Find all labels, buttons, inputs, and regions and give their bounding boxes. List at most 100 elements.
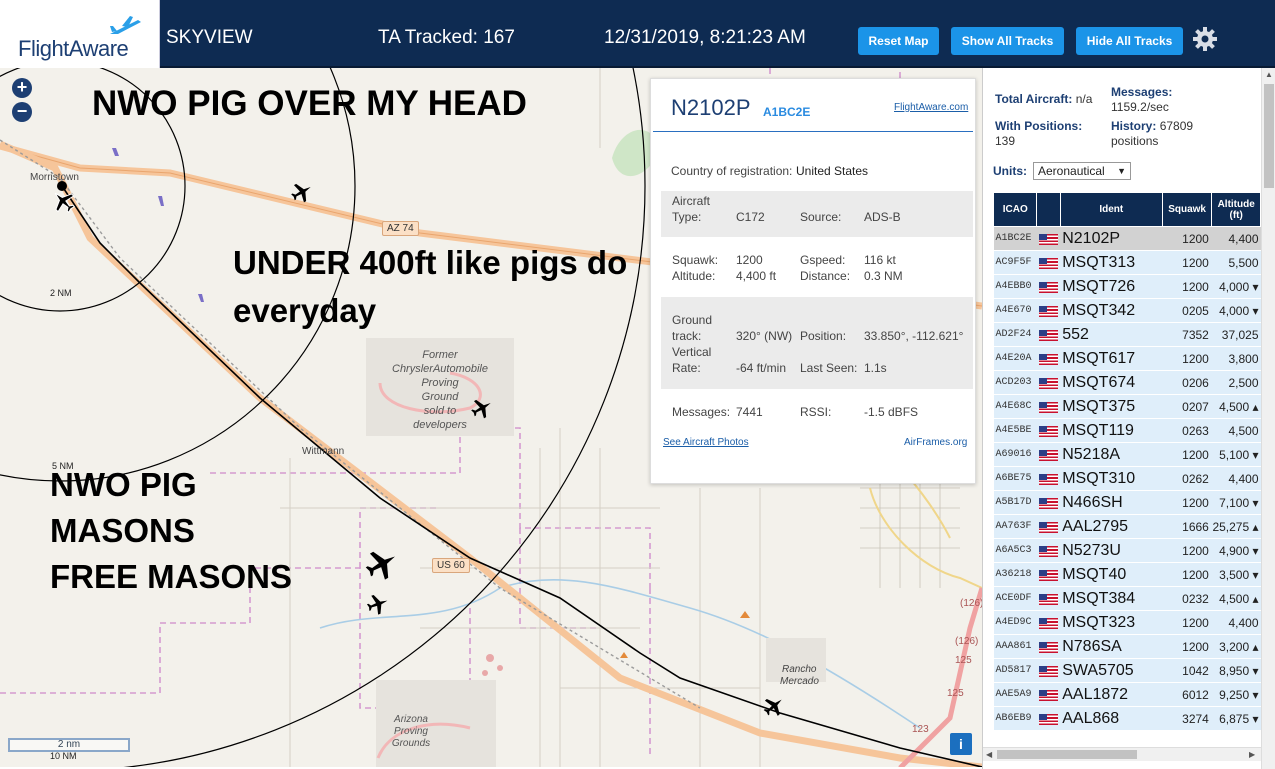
row-icao: A4E20A xyxy=(993,346,1037,371)
row-flag xyxy=(1036,442,1061,467)
row-icao: A4E5BE xyxy=(993,418,1037,443)
row-ident: MSQT342 xyxy=(1060,298,1163,323)
row-flag xyxy=(1036,274,1061,299)
aircraft-icon[interactable] xyxy=(290,180,314,204)
country-label: Country of registration: xyxy=(671,164,793,178)
us-flag-icon xyxy=(1038,377,1058,389)
vertical-scrollbar[interactable]: ▲ xyxy=(1261,68,1275,769)
us-flag-icon xyxy=(1038,689,1058,701)
us-flag-icon xyxy=(1038,473,1058,485)
table-row[interactable]: A5B17D N466SH 1200 7,100 ▾ xyxy=(993,490,1261,515)
vrate-value: -64 ft/min xyxy=(736,361,787,375)
row-ident: MSQT313 xyxy=(1060,250,1163,275)
route-number: (126) xyxy=(955,636,979,647)
row-flag xyxy=(1036,418,1061,443)
row-ident: N5218A xyxy=(1060,442,1163,467)
annotation-text: NWO PIG OVER MY HEAD xyxy=(92,84,527,123)
horizontal-scrollbar[interactable]: ◀ ▶ xyxy=(983,747,1261,761)
table-row[interactable]: A36218 MSQT40 1200 3,500 ▾ xyxy=(993,562,1261,587)
row-flag xyxy=(1036,226,1061,251)
aircraft-icon[interactable] xyxy=(366,592,390,616)
row-altitude: 7,100 ▾ xyxy=(1211,490,1261,515)
us-flag-icon xyxy=(1038,353,1058,365)
column-header-altitude[interactable]: Altitude (ft) xyxy=(1211,192,1261,227)
units-select[interactable]: Aeronautical ▼ xyxy=(1033,162,1131,180)
scroll-thumb[interactable] xyxy=(1264,84,1274,188)
table-row[interactable]: A1BC2E N2102P 1200 4,400 xyxy=(993,226,1261,251)
table-row[interactable]: AAE5A9 AAL1872 6012 9,250 ▾ xyxy=(993,682,1261,707)
logo-text: FlightAware xyxy=(18,36,129,61)
row-icao: AB6EB9 xyxy=(993,706,1037,731)
table-row[interactable]: A69016 N5218A 1200 5,100 ▾ xyxy=(993,442,1261,467)
route-number: 125 xyxy=(955,655,972,666)
hide-all-tracks-button[interactable]: Hide All Tracks xyxy=(1076,27,1183,55)
us-flag-icon xyxy=(1038,329,1058,341)
row-ident: MSQT119 xyxy=(1060,418,1163,443)
row-ident: N2102P xyxy=(1060,226,1163,251)
table-header-row: ICAO Ident Squawk Altitude (ft) xyxy=(992,192,1261,227)
aircraft-list-panel: Total Aircraft: n/a Messages: 1159.2/sec… xyxy=(982,68,1275,769)
table-row[interactable]: A4E670 MSQT342 0205 4,000 ▾ xyxy=(993,298,1261,323)
row-ident: N5273U xyxy=(1060,538,1163,563)
row-flag xyxy=(1036,706,1061,731)
annotation-text: MASONS xyxy=(50,512,195,549)
row-icao: A1BC2E xyxy=(993,226,1037,251)
rssi-value: -1.5 dBFS xyxy=(864,405,919,419)
show-all-tracks-button[interactable]: Show All Tracks xyxy=(951,27,1064,55)
history: History: 67809 xyxy=(1111,119,1194,133)
table-row[interactable]: AD2F24 552 7352 37,025 xyxy=(993,322,1261,347)
route-number: (126) xyxy=(960,598,982,609)
annotation-text: everyday xyxy=(233,292,377,329)
table-row[interactable]: ACE0DF MSQT384 0232 4,500 ▴ xyxy=(993,586,1261,611)
column-header-flag[interactable] xyxy=(1036,192,1061,227)
airframes-link[interactable]: AirFrames.org xyxy=(904,437,967,448)
table-row[interactable]: AC9F5F MSQT313 1200 5,500 xyxy=(993,250,1261,275)
aircraft-icon[interactable] xyxy=(364,546,400,582)
table-row[interactable]: A6BE75 MSQT310 0262 4,400 xyxy=(993,466,1261,491)
scroll-up-icon[interactable]: ▲ xyxy=(1265,70,1273,79)
place-label: Mercado xyxy=(780,676,819,687)
row-ident: 552 xyxy=(1060,322,1163,347)
scroll-right-icon[interactable]: ▶ xyxy=(1249,750,1255,759)
table-row[interactable]: ACD203 MSQT674 0206 2,500 xyxy=(993,370,1261,395)
table-row[interactable]: AB6EB9 AAL868 3274 6,875 ▾ xyxy=(993,706,1261,731)
row-ident: AAL868 xyxy=(1060,706,1163,731)
us-flag-icon xyxy=(1038,617,1058,629)
tracked-count: TA Tracked: 167 xyxy=(378,27,515,48)
scroll-left-icon[interactable]: ◀ xyxy=(986,750,992,759)
table-row[interactable]: A4ED9C MSQT323 1200 4,400 xyxy=(993,610,1261,635)
table-row[interactable]: AA763F AAL2795 1666 25,275 ▴ xyxy=(993,514,1261,539)
table-row[interactable]: A6A5C3 N5273U 1200 4,900 ▾ xyxy=(993,538,1261,563)
detail-block: Squawk: 1200 Gspeed: 116 kt Altitude: 4,… xyxy=(672,253,903,283)
row-flag xyxy=(1036,514,1061,539)
zoom-in-button[interactable]: + xyxy=(12,78,32,98)
row-squawk: 0205 xyxy=(1162,298,1212,323)
column-header-squawk[interactable]: Squawk xyxy=(1161,192,1213,227)
table-row[interactable]: AAA861 N786SA 1200 3,200 ▴ xyxy=(993,634,1261,659)
flightaware-logo[interactable]: FlightAware xyxy=(0,0,160,68)
route-number: 123 xyxy=(912,724,929,735)
range-ring-label: 5 NM xyxy=(52,461,74,471)
flightaware-link[interactable]: FlightAware.com xyxy=(894,102,968,113)
row-squawk: 1200 xyxy=(1162,274,1212,299)
reset-map-button[interactable]: Reset Map xyxy=(858,27,939,55)
selected-aircraft-icon[interactable] xyxy=(50,188,76,214)
row-ident: MSQT375 xyxy=(1060,394,1163,419)
row-ident: N466SH xyxy=(1060,490,1163,515)
table-row[interactable]: A4EBB0 MSQT726 1200 4,000 ▾ xyxy=(993,274,1261,299)
table-row[interactable]: A4E68C MSQT375 0207 4,500 ▴ xyxy=(993,394,1261,419)
column-header-ident[interactable]: Ident xyxy=(1059,192,1163,227)
aircraft-photos-link[interactable]: See Aircraft Photos xyxy=(663,437,749,448)
position-value: 33.850°, -112.621° xyxy=(864,329,964,343)
lastseen-value: 1.1s xyxy=(864,361,887,375)
zoom-out-button[interactable]: − xyxy=(12,102,32,122)
table-row[interactable]: AD5817 SWA5705 1042 8,950 ▾ xyxy=(993,658,1261,683)
table-row[interactable]: A4E5BE MSQT119 0263 4,500 xyxy=(993,418,1261,443)
distance-value: 0.3 NM xyxy=(864,269,903,283)
table-row[interactable]: A4E20A MSQT617 1200 3,800 xyxy=(993,346,1261,371)
column-header-icao[interactable]: ICAO xyxy=(992,192,1038,227)
aircraft-icon[interactable] xyxy=(762,694,786,718)
info-button[interactable]: i xyxy=(950,733,972,755)
gear-icon[interactable] xyxy=(1192,26,1218,52)
scroll-thumb[interactable] xyxy=(997,750,1137,759)
